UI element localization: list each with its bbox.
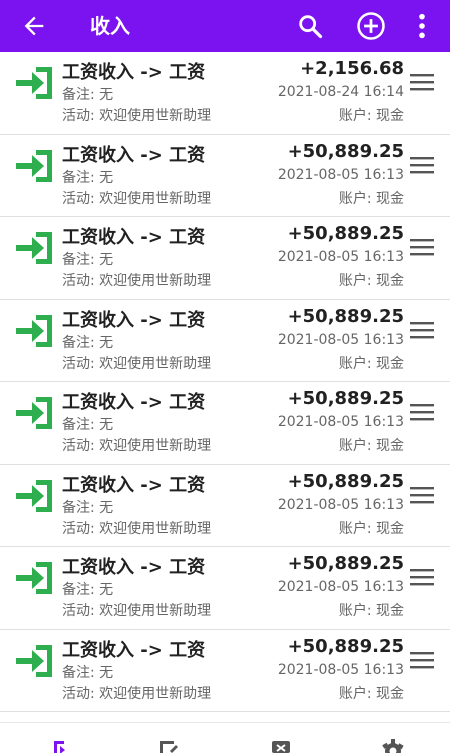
account-label: 账户: 现金 xyxy=(339,270,404,290)
more-vert-icon[interactable] xyxy=(412,12,432,40)
activity-label: 活动: 欢迎使用世新助理 xyxy=(62,105,211,125)
note-label: 备注: 无 xyxy=(62,662,113,682)
drag-handle-icon[interactable] xyxy=(410,568,434,586)
income-arrow-icon xyxy=(14,64,56,102)
settings-tab-icon[interactable] xyxy=(380,737,406,753)
timestamp: 2021-08-24 16:14 xyxy=(278,84,404,100)
account-label: 账户: 现金 xyxy=(339,435,404,455)
income-arrow-icon xyxy=(14,147,56,185)
drag-handle-icon[interactable] xyxy=(410,651,434,669)
amount-value: +50,889.25 xyxy=(288,553,404,574)
income-tab-icon[interactable] xyxy=(50,737,76,753)
report-tab-icon[interactable] xyxy=(268,737,294,753)
drag-handle-icon[interactable] xyxy=(410,403,434,421)
account-label: 账户: 现金 xyxy=(339,353,404,373)
timestamp: 2021-08-05 16:13 xyxy=(278,249,404,265)
note-label: 备注: 无 xyxy=(62,497,113,517)
income-arrow-icon xyxy=(14,642,56,680)
income-record-list: 工资收入 -> 工资 备注: 无 活动: 欢迎使用世新助理 +2,156.68 … xyxy=(0,52,450,722)
page-title: 收入 xyxy=(90,13,130,39)
amount-value: +2,156.68 xyxy=(300,58,404,79)
arrow-back-icon[interactable] xyxy=(20,12,48,40)
activity-label: 活动: 欢迎使用世新助理 xyxy=(62,435,211,455)
category-label: 工资收入 -> 工资 xyxy=(62,388,205,414)
category-label: 工资收入 -> 工资 xyxy=(62,306,205,332)
income-arrow-icon xyxy=(14,477,56,515)
note-label: 备注: 无 xyxy=(62,579,113,599)
activity-label: 活动: 欢迎使用世新助理 xyxy=(62,683,211,703)
income-record-row[interactable]: 工资收入 -> 工资 备注: 无 活动: 欢迎使用世新助理 +2,156.68 … xyxy=(0,52,450,135)
account-label: 账户: 现金 xyxy=(339,518,404,538)
income-arrow-icon xyxy=(14,559,56,597)
amount-value: +50,889.25 xyxy=(288,388,404,409)
account-label: 账户: 现金 xyxy=(339,600,404,620)
amount-value: +50,889.25 xyxy=(288,223,404,244)
drag-handle-icon[interactable] xyxy=(410,156,434,174)
edit-tab-icon[interactable] xyxy=(156,737,182,753)
timestamp: 2021-08-05 16:13 xyxy=(278,167,404,183)
drag-handle-icon[interactable] xyxy=(410,486,434,504)
timestamp: 2021-08-05 16:13 xyxy=(278,414,404,430)
income-record-row[interactable]: 工资收入 -> 工资 备注: 无 活动: 欢迎使用世新助理 +50,889.25… xyxy=(0,135,450,218)
drag-handle-icon[interactable] xyxy=(410,73,434,91)
category-label: 工资收入 -> 工资 xyxy=(62,223,205,249)
note-label: 备注: 无 xyxy=(62,249,113,269)
category-label: 工资收入 -> 工资 xyxy=(62,636,205,662)
timestamp: 2021-08-05 16:13 xyxy=(278,497,404,513)
income-arrow-icon xyxy=(14,312,56,350)
account-label: 账户: 现金 xyxy=(339,105,404,125)
income-record-row[interactable]: 工资收入 -> 工资 备注: 无 活动: 欢迎使用世新助理 +50,889.25… xyxy=(0,300,450,383)
income-record-row[interactable]: 工资收入 -> 工资 备注: 无 活动: 欢迎使用世新助理 +50,889.25… xyxy=(0,630,450,713)
note-label: 备注: 无 xyxy=(62,414,113,434)
timestamp: 2021-08-05 16:13 xyxy=(278,662,404,678)
activity-label: 活动: 欢迎使用世新助理 xyxy=(62,188,211,208)
income-record-row[interactable]: 工资收入 -> 工资 备注: 无 活动: 欢迎使用世新助理 +50,889.25… xyxy=(0,547,450,630)
account-label: 账户: 现金 xyxy=(339,683,404,703)
amount-value: +50,889.25 xyxy=(288,141,404,162)
category-label: 工资收入 -> 工资 xyxy=(62,141,205,167)
amount-value: +50,889.25 xyxy=(288,636,404,657)
category-label: 工资收入 -> 工资 xyxy=(62,553,205,579)
amount-value: +50,889.25 xyxy=(288,471,404,492)
timestamp: 2021-08-05 16:13 xyxy=(278,332,404,348)
note-label: 备注: 无 xyxy=(62,84,113,104)
income-arrow-icon xyxy=(14,394,56,432)
income-arrow-icon xyxy=(14,229,56,267)
note-label: 备注: 无 xyxy=(62,167,113,187)
income-record-row[interactable]: 工资收入 -> 工资 备注: 无 活动: 欢迎使用世新助理 +50,889.25… xyxy=(0,382,450,465)
activity-label: 活动: 欢迎使用世新助理 xyxy=(62,353,211,373)
drag-handle-icon[interactable] xyxy=(410,321,434,339)
add-circle-icon[interactable] xyxy=(356,11,386,41)
category-label: 工资收入 -> 工资 xyxy=(62,58,205,84)
drag-handle-icon[interactable] xyxy=(410,238,434,256)
income-record-row[interactable]: 工资收入 -> 工资 备注: 无 活动: 欢迎使用世新助理 +50,889.25… xyxy=(0,465,450,548)
search-icon[interactable] xyxy=(296,12,324,40)
bottom-navigation xyxy=(0,722,450,751)
app-bar: 收入 xyxy=(0,0,450,52)
amount-value: +50,889.25 xyxy=(288,306,404,327)
activity-label: 活动: 欢迎使用世新助理 xyxy=(62,518,211,538)
note-label: 备注: 无 xyxy=(62,332,113,352)
income-record-row[interactable]: 工资收入 -> 工资 备注: 无 活动: 欢迎使用世新助理 +50,889.25… xyxy=(0,217,450,300)
account-label: 账户: 现金 xyxy=(339,188,404,208)
activity-label: 活动: 欢迎使用世新助理 xyxy=(62,600,211,620)
category-label: 工资收入 -> 工资 xyxy=(62,471,205,497)
timestamp: 2021-08-05 16:13 xyxy=(278,579,404,595)
activity-label: 活动: 欢迎使用世新助理 xyxy=(62,270,211,290)
